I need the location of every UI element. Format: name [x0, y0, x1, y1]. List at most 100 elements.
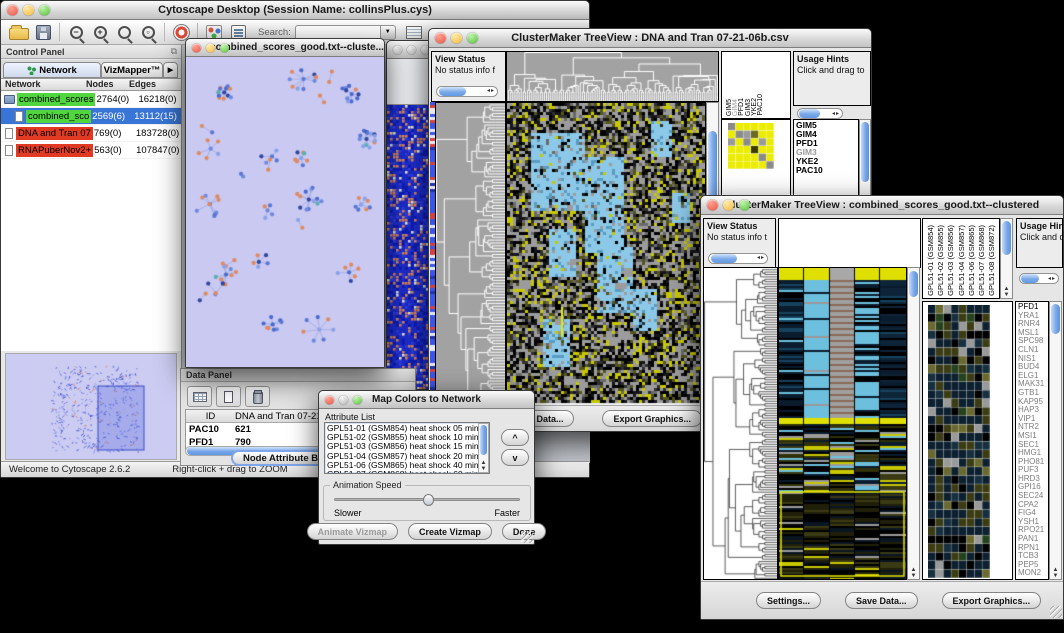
- column-label: GPL51-06 (GSM865): [968, 225, 976, 296]
- tv2-heatmap-vscroll[interactable]: ▲▼: [907, 267, 920, 580]
- speed-slider-thumb[interactable]: [423, 494, 434, 506]
- treeview1-titlebar[interactable]: ClusterMaker TreeView : DNA and Tran 07-…: [429, 29, 871, 48]
- status-welcome: Welcome to Cytoscape 2.6.2: [9, 464, 130, 475]
- zoom-fit-icon[interactable]: [112, 21, 136, 43]
- overview-canvas[interactable]: [6, 354, 176, 459]
- tv2-action-button[interactable]: Settings...: [756, 592, 821, 609]
- minimize-button[interactable]: [23, 5, 34, 16]
- new-attribute-icon[interactable]: [216, 386, 241, 407]
- network-row-icon: [5, 128, 13, 139]
- col-nodes[interactable]: Nodes: [86, 79, 129, 90]
- minimize-button[interactable]: [206, 43, 215, 52]
- map-colors-dialog: Map Colors to Network Attribute List GPL…: [318, 390, 535, 545]
- tv2-action-button[interactable]: Save Data...: [845, 592, 918, 609]
- tv2-heatmap-panel[interactable]: [778, 267, 907, 580]
- network-view-titlebar[interactable]: combined_scores_good.txt--cluste...: [186, 39, 384, 57]
- minimize-button[interactable]: [407, 45, 416, 54]
- delete-attribute-icon[interactable]: [245, 386, 270, 407]
- close-button[interactable]: [393, 45, 402, 54]
- tv2-column-labels-panel: GPL51-01 (GSM854)GPL51-02 (GSM855)GPL51-…: [922, 218, 1000, 299]
- zoom-button[interactable]: [467, 33, 478, 44]
- control-panel-title: Control Panel: [6, 47, 65, 57]
- treeview1-title: ClusterMaker TreeView : DNA and Tran 07-…: [511, 32, 789, 44]
- tv1-status-hscroll[interactable]: ◂▸: [436, 86, 498, 97]
- search-label: Search:: [258, 27, 291, 38]
- data-col-id[interactable]: ID: [186, 411, 232, 422]
- main-titlebar[interactable]: Cytoscape Desktop (Session Name: collins…: [1, 1, 589, 20]
- tv2-status-hscroll[interactable]: ◂▸: [708, 253, 768, 264]
- animate-vizmap-button[interactable]: Animate Vizmap: [307, 523, 398, 540]
- network-view-title: combined_scores_good.txt--cluste...: [210, 42, 384, 53]
- attribute-list-vscroll[interactable]: ▲▼: [478, 423, 489, 473]
- gene-label[interactable]: PAC10: [796, 166, 858, 175]
- network-row[interactable]: combined_scores 2764(0) 16218(0): [1, 91, 181, 108]
- tv1-usage-hscroll[interactable]: ◂▸: [797, 108, 843, 119]
- col-network[interactable]: Network: [1, 79, 86, 90]
- minimize-button[interactable]: [723, 200, 734, 211]
- tv2-column-labels-vscroll[interactable]: ▲▼: [1000, 218, 1013, 299]
- treeview2-titlebar[interactable]: ClusterMaker TreeView : combined_scores_…: [701, 196, 1063, 215]
- network-row[interactable]: RNAPuberNov2+ 563(0) 107847(0): [1, 142, 181, 159]
- zoom-in-icon[interactable]: +: [88, 21, 112, 43]
- dialog-resize-grip[interactable]: [521, 531, 533, 543]
- close-button[interactable]: [192, 43, 201, 52]
- tv1-view-status-panel: View Status No status info f ◂▸: [431, 51, 506, 102]
- dialog-titlebar[interactable]: Map Colors to Network: [319, 391, 534, 409]
- treeview2-title: ClusterMaker TreeView : combined_scores_…: [725, 199, 1039, 211]
- column-label: GPL51-01 (GSM854): [927, 225, 935, 296]
- tv1-action-button[interactable]: Export Graphics...: [602, 410, 702, 427]
- zoom-button[interactable]: [220, 43, 229, 52]
- col-edges[interactable]: Edges: [129, 79, 181, 90]
- save-session-icon[interactable]: [31, 21, 55, 43]
- tv1-heatmap-panel[interactable]: [506, 102, 706, 406]
- speed-slider-track[interactable]: [334, 498, 520, 501]
- network-view-window: combined_scores_good.txt--cluste...: [185, 38, 385, 368]
- zoom-button[interactable]: [39, 5, 50, 16]
- network-overview-panel[interactable]: [5, 353, 177, 460]
- column-label: GPL51-04 (GSM857): [958, 225, 966, 296]
- network-view-canvas[interactable]: [186, 57, 384, 367]
- close-button[interactable]: [435, 33, 446, 44]
- tv2-usage-hscroll[interactable]: ◂▸: [1019, 273, 1059, 284]
- tv2-column-dendrogram[interactable]: [778, 218, 921, 268]
- tab-overflow-arrow[interactable]: ▶: [163, 62, 178, 78]
- zoom-button[interactable]: [353, 395, 362, 404]
- minimize-button[interactable]: [339, 395, 348, 404]
- column-label: GPL51-07 (GSM868): [978, 225, 986, 296]
- close-button[interactable]: [707, 200, 718, 211]
- tv1-row-dendrogram[interactable]: [435, 102, 506, 406]
- tab-vizmapper[interactable]: VizMapper™: [101, 62, 163, 78]
- move-down-button[interactable]: v: [501, 449, 529, 466]
- zoom-out-icon[interactable]: −: [64, 21, 88, 43]
- move-up-button[interactable]: ^: [501, 429, 529, 446]
- minimize-button[interactable]: [451, 33, 462, 44]
- network-row-icon: [15, 111, 23, 122]
- tv2-gene-vscroll[interactable]: ▲▼: [1049, 301, 1062, 580]
- tab-network[interactable]: Network: [3, 62, 101, 78]
- close-button[interactable]: [7, 5, 18, 16]
- attribute-item[interactable]: GPL51-07 (GSM868) heat shock 60 min: [327, 470, 489, 474]
- search-dropdown-button[interactable]: ▼: [381, 25, 396, 40]
- animation-speed-label: Animation Speed: [330, 480, 405, 490]
- tv2-resize-grip[interactable]: [1050, 606, 1062, 618]
- tv2-row-dendrogram[interactable]: [703, 267, 778, 580]
- data-panel-header: Data Panel: [181, 369, 415, 382]
- create-vizmap-button[interactable]: Create Vizmap: [408, 523, 492, 540]
- column-label: PAC10: [757, 94, 764, 116]
- network-row[interactable]: combined_sco 2569(6) 13112(15): [1, 108, 181, 125]
- tv2-action-button[interactable]: Export Graphics...: [942, 592, 1042, 609]
- main-window-title: Cytoscape Desktop (Session Name: collins…: [158, 4, 432, 16]
- tv1-column-dendrogram[interactable]: [506, 51, 719, 102]
- zoom-button[interactable]: [739, 200, 750, 211]
- faster-label: Faster: [494, 508, 520, 518]
- zoom-selected-icon[interactable]: ▫: [136, 21, 160, 43]
- float-panel-icon[interactable]: ⧉: [171, 46, 177, 57]
- attribute-list-label: Attribute List: [325, 412, 375, 422]
- network-row[interactable]: DNA and Tran 07 769(0) 183728(0): [1, 125, 181, 142]
- treeview2-window: ClusterMaker TreeView : combined_scores_…: [700, 195, 1064, 620]
- close-button[interactable]: [325, 395, 334, 404]
- gene-label[interactable]: MON2: [1018, 569, 1048, 578]
- attribute-grid-icon[interactable]: [187, 386, 212, 407]
- tv2-zoom-heatmap-panel[interactable]: [922, 301, 1013, 580]
- open-file-icon[interactable]: [7, 21, 31, 43]
